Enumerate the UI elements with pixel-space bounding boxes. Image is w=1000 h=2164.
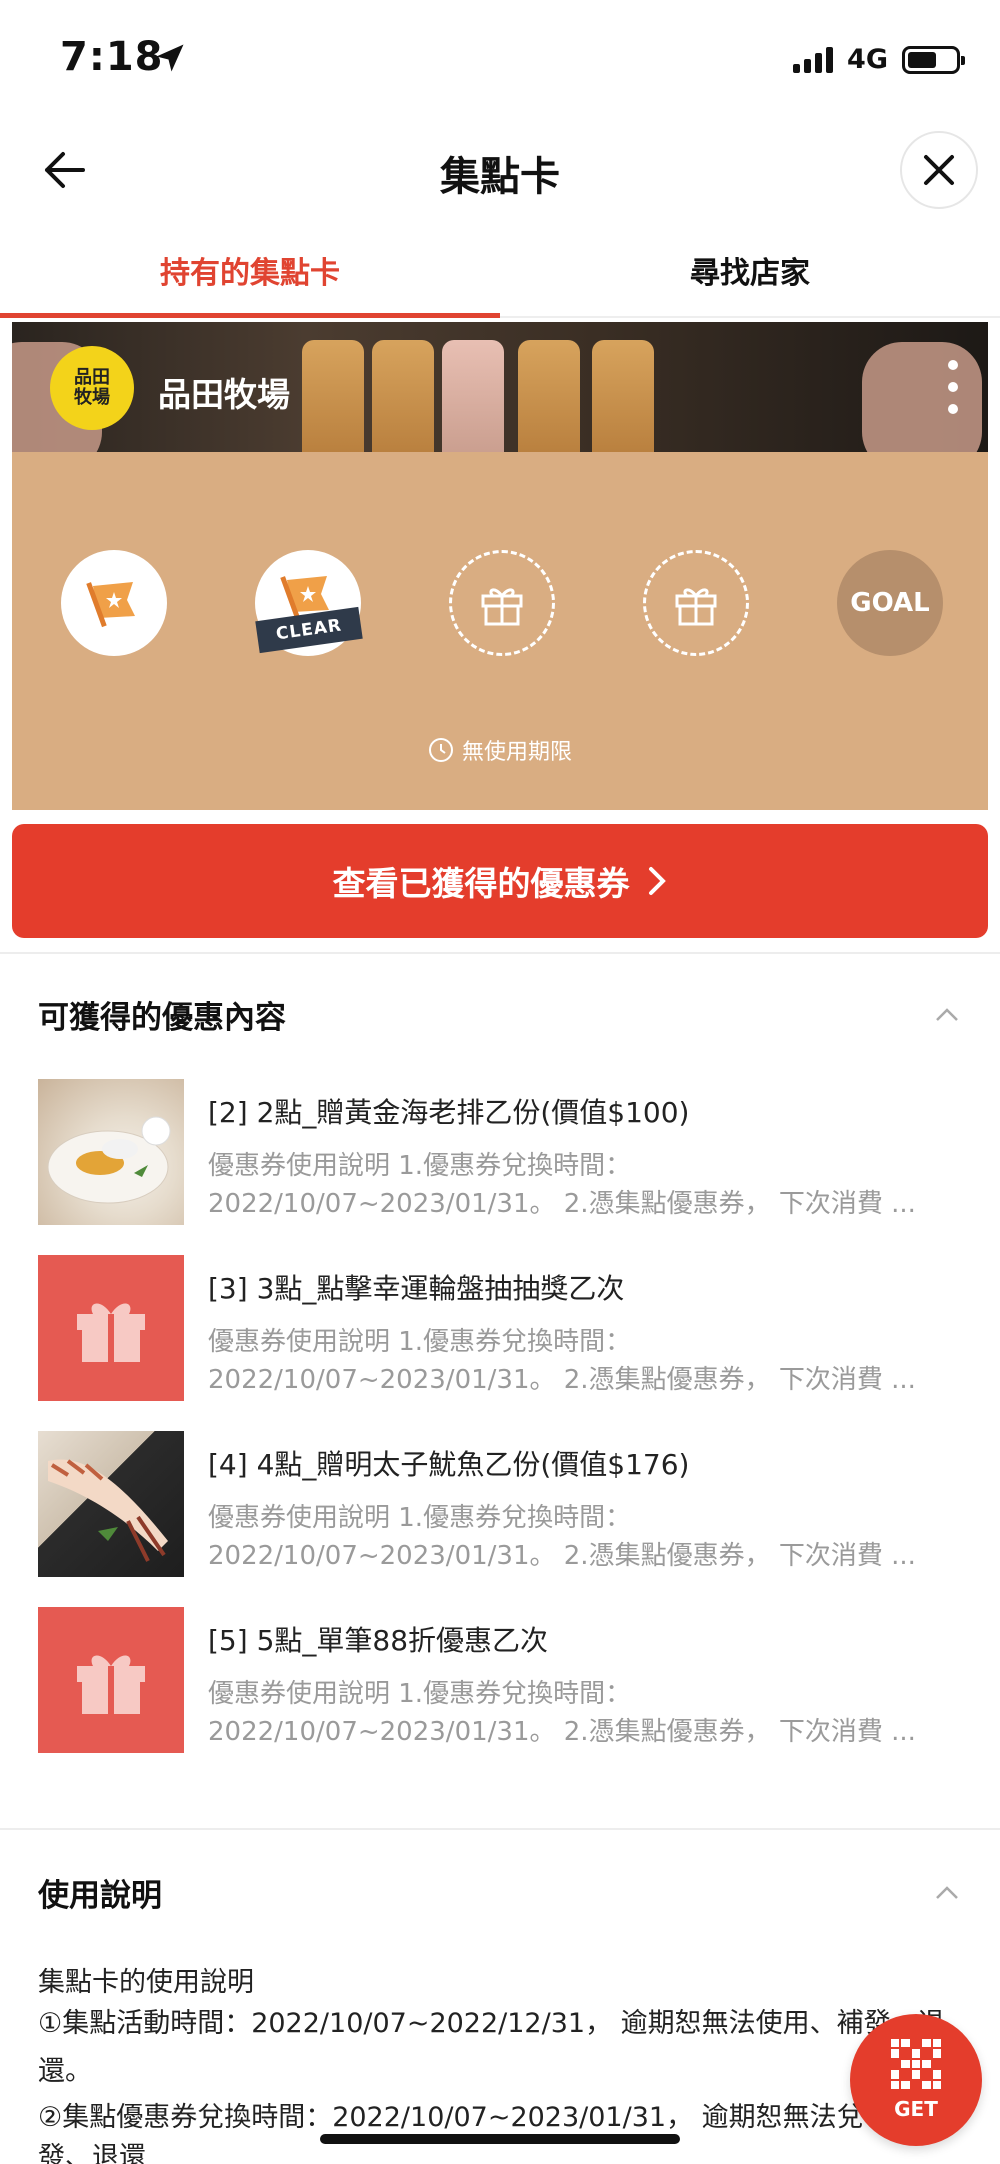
reward-title: [5] 5點_單筆88折優惠乙次 [208, 1624, 549, 1657]
close-icon [924, 155, 954, 185]
stamp-slot-4 [643, 550, 749, 656]
gift-icon [77, 1655, 145, 1714]
reward-item[interactable]: [5] 5點_單筆88折優惠乙次 優惠券使用說明 1.優惠券兌換時間： 2022… [38, 1607, 968, 1753]
reward-item[interactable]: [3] 3點_點擊幸運輪盤抽抽獎乙次 優惠券使用說明 1.優惠券兌換時間： 20… [38, 1255, 968, 1401]
gift-icon [481, 588, 523, 626]
reward-item[interactable]: [2] 2點_贈黃金海老排乙份(價值$100) 優惠券使用說明 1.優惠券兌換時… [38, 1079, 968, 1225]
chevron-right-icon [648, 867, 666, 895]
point-card: 品田 牧場 品田牧場 CLEAR GOAL 無使用期限 [12, 322, 988, 810]
gift-icon [675, 588, 717, 626]
page-title: 集點卡 [440, 154, 560, 200]
chevron-up-icon[interactable] [932, 1000, 962, 1030]
usage-text-1b: 還。 [38, 2056, 92, 2087]
usage-text-2: ②集點優惠券兌換時間：2022/10/07~2023/01/31， 逾期恕無法兌 [38, 2102, 864, 2133]
stamp-slot-3 [449, 550, 555, 656]
reward-thumbnail-photo [38, 1079, 184, 1225]
stamp-slot-2: CLEAR [255, 550, 363, 656]
usage-section-title: 使用說明 [38, 1878, 162, 1914]
usage-subtitle: 集點卡的使用說明 [38, 1967, 254, 1998]
expiry-text: 無使用期限 [461, 740, 572, 765]
get-qr-button[interactable]: GET [850, 2014, 982, 2146]
stamp-slot-1 [61, 550, 167, 656]
reward-description: 優惠券使用說明 1.優惠券兌換時間： 2022/10/07~2023/01/31… [208, 1679, 916, 1747]
view-coupons-button[interactable]: 查看已獲得的優惠券 [12, 824, 988, 938]
tab-owned-cards[interactable]: 持有的集點卡 [0, 228, 500, 318]
divider [0, 1828, 1000, 1830]
usage-section-header[interactable]: 使用說明 [38, 1870, 962, 1915]
reward-description: 優惠券使用說明 1.優惠券兌換時間： 2022/10/07~2023/01/31… [208, 1327, 916, 1395]
qr-code-icon [891, 2039, 941, 2089]
battery-icon [902, 45, 965, 74]
card-banner-image: 品田 牧場 品田牧場 [12, 322, 988, 452]
reward-description: 優惠券使用說明 1.優惠券兌換時間： 2022/10/07~2023/01/31… [208, 1151, 916, 1219]
usage-text-1: ①集點活動時間：2022/10/07~2022/12/31， 逾期恕無法使用、補… [38, 2008, 945, 2039]
brand-name: 品田牧場 [158, 375, 290, 414]
view-coupons-label: 查看已獲得的優惠券 [332, 864, 630, 903]
reward-thumbnail-photo [38, 1431, 184, 1577]
home-indicator [320, 2134, 680, 2144]
status-indicators: 4G [793, 44, 965, 75]
reward-description: 優惠券使用說明 1.優惠券兌換時間： 2022/10/07~2023/01/31… [208, 1503, 916, 1571]
chevron-up-icon[interactable] [932, 1878, 962, 1908]
nav-header: 集點卡 [0, 120, 1000, 220]
location-arrow-icon [156, 44, 184, 72]
reward-item[interactable]: [4] 4點_贈明太子魷魚乙份(價值$176) 優惠券使用說明 1.優惠券兌換時… [38, 1431, 968, 1577]
stamp-slot-goal: GOAL [837, 550, 943, 656]
reward-title: [2] 2點_贈黃金海老排乙份(價值$100) [208, 1096, 690, 1129]
status-time: 7:18 [60, 34, 164, 80]
rewards-section-title: 可獲得的優惠內容 [38, 1000, 286, 1036]
gift-icon [77, 1303, 145, 1362]
food-plate-icon [47, 1116, 171, 1204]
get-label: GET [894, 2097, 938, 2121]
brand-logo: 品田 牧場 [50, 346, 134, 430]
reward-title: [4] 4點_贈明太子魷魚乙份(價值$176) [208, 1448, 690, 1481]
stamp-row: CLEAR GOAL [12, 550, 988, 660]
clock-icon [428, 738, 453, 762]
clear-badge: CLEAR [255, 606, 363, 654]
more-options-button[interactable] [938, 360, 968, 414]
divider [0, 952, 1000, 954]
rewards-section-header[interactable]: 可獲得的優惠內容 [38, 992, 962, 1037]
reward-thumbnail-gift [38, 1607, 184, 1753]
reward-thumbnail-gift [38, 1255, 184, 1401]
tab-bar: 持有的集點卡 尋找店家 [0, 228, 1000, 318]
close-button[interactable] [900, 131, 978, 209]
tab-find-stores[interactable]: 尋找店家 [500, 228, 1000, 316]
squid-dish-icon [48, 1459, 168, 1562]
status-bar: 7:18 4G [0, 0, 1000, 120]
network-type: 4G [847, 44, 888, 75]
reward-title: [3] 3點_點擊幸運輪盤抽抽獎乙次 [208, 1272, 625, 1305]
expiry-row: 無使用期限 [12, 734, 988, 766]
brand-logo-text: 品田 牧場 [74, 367, 110, 408]
signal-icon [793, 46, 834, 73]
flag-icon [86, 582, 135, 628]
